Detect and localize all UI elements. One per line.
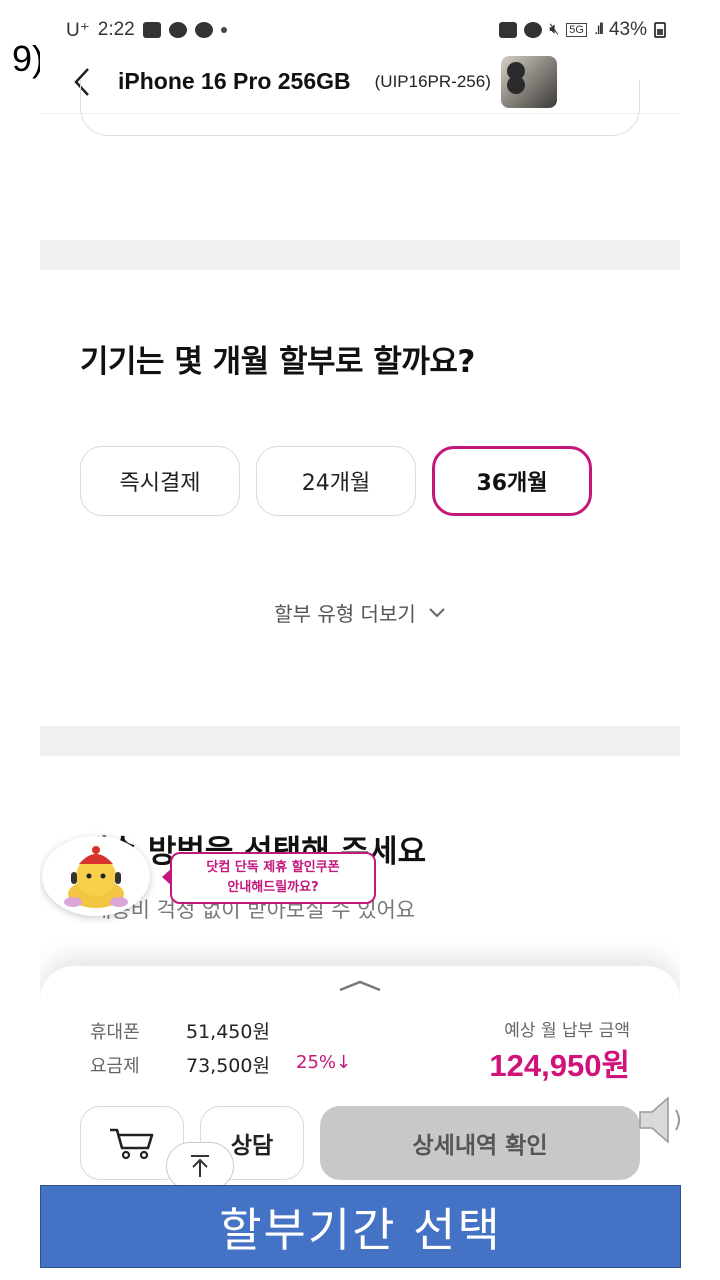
bubble-line-1: 닷컴 단독 제휴 할인쿠폰 xyxy=(206,860,340,875)
plan-discount-badge: 25%↓ xyxy=(296,1052,352,1073)
dot-icon xyxy=(220,27,227,33)
status-bar: U⁺ 2:22 🔇︎ 5G .ıll 43% xyxy=(66,10,680,50)
bubble-line-2: 안내해드릴까요? xyxy=(227,880,319,895)
signal-icon: .ıll xyxy=(593,21,604,38)
clock: 2:22 xyxy=(97,19,135,40)
link-icon xyxy=(168,22,187,38)
mute-icon: 🔇︎ xyxy=(549,21,560,38)
estimate-value: 124,950원 xyxy=(489,1048,630,1083)
phone-screen: U⁺ 2:22 🔇︎ 5G .ıll 43% iPhone 16 Pro 256… xyxy=(40,0,680,1280)
installment-question: 기기는 몇 개월 할부로 할까요? xyxy=(80,344,475,380)
battery-icon xyxy=(654,22,666,38)
consult-label: 상담 xyxy=(230,1133,274,1159)
view-details-label: 상세내역 확인 xyxy=(412,1133,548,1159)
speaker-icon[interactable] xyxy=(636,1090,680,1150)
option-label: 24개월 xyxy=(301,471,371,496)
view-details-button[interactable]: 상세내역 확인 xyxy=(320,1106,640,1180)
phone-price-label: 휴대폰 xyxy=(90,1022,140,1043)
option-label: 즉시결제 xyxy=(119,471,201,496)
alarm-icon xyxy=(524,22,543,38)
chatbot-mascot[interactable] xyxy=(42,836,150,916)
caption-banner: 할부기간 선택 xyxy=(40,1185,681,1268)
estimate-label: 예상 월 납부 금액 xyxy=(504,1021,630,1041)
chevron-down-icon xyxy=(429,607,445,617)
battery-percent: 43% xyxy=(608,19,647,40)
more-label: 할부 유형 더보기 xyxy=(274,602,416,626)
option-label: 36개월 xyxy=(476,471,548,496)
cart-icon xyxy=(110,1128,154,1160)
lock-icon xyxy=(499,22,518,38)
section-divider xyxy=(40,726,680,756)
coupon-speech-bubble[interactable]: 닷컴 단독 제휴 할인쿠폰 안내해드릴까요? xyxy=(162,852,376,904)
more-installment-types[interactable]: 할부 유형 더보기 xyxy=(40,598,680,627)
section-divider xyxy=(40,240,680,270)
previous-section-box xyxy=(80,80,640,136)
sheet-handle-icon[interactable] xyxy=(336,978,384,998)
option-36-months[interactable]: 36개월 xyxy=(432,446,592,516)
talk-icon xyxy=(194,22,213,38)
plan-price-value: 73,500원 xyxy=(186,1055,270,1077)
option-24-months[interactable]: 24개월 xyxy=(256,446,416,516)
scroll-to-top-button[interactable] xyxy=(166,1142,234,1190)
gallery-icon xyxy=(142,22,161,38)
network-badge: 5G xyxy=(566,23,587,37)
plan-price-label: 요금제 xyxy=(90,1056,140,1077)
option-pay-now[interactable]: 즉시결제 xyxy=(80,446,240,516)
carrier-label: U⁺ xyxy=(66,19,90,41)
mascot-icon xyxy=(64,846,128,908)
arrow-up-icon xyxy=(191,1155,209,1177)
phone-price-value: 51,450원 xyxy=(186,1021,270,1043)
